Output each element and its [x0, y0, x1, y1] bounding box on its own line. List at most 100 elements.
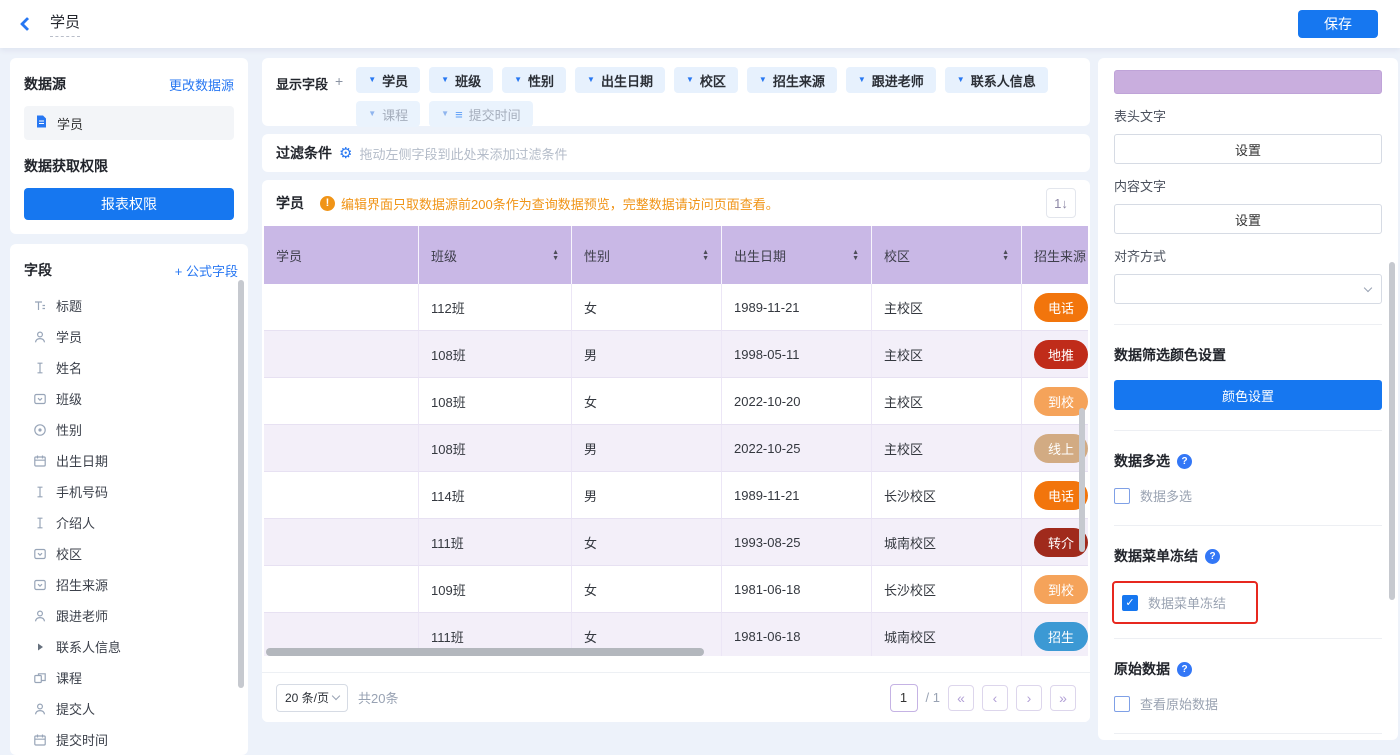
- datasource-item[interactable]: 学员: [24, 106, 234, 140]
- prev-page-button[interactable]: ‹: [982, 685, 1008, 711]
- column-header[interactable]: 出生日期▲▼: [722, 226, 872, 284]
- field-item[interactable]: 课程: [24, 662, 238, 693]
- column-header[interactable]: 校区▲▼: [872, 226, 1022, 284]
- display-field-tag[interactable]: ▼ 出生日期: [575, 67, 665, 93]
- column-header[interactable]: 班级▲▼: [419, 226, 572, 284]
- next-page-button[interactable]: ›: [1016, 685, 1042, 711]
- last-page-button[interactable]: »: [1050, 685, 1076, 711]
- caret-down-icon: ▼: [587, 76, 595, 84]
- cell-class: 109班: [419, 566, 572, 613]
- table-row[interactable]: 112班女1989-11-21主校区电话: [264, 284, 1088, 331]
- table-row[interactable]: 108班女2022-10-20主校区到校: [264, 378, 1088, 425]
- caret-down-icon: ▼: [441, 110, 449, 118]
- sort-icon[interactable]: ▲▼: [552, 250, 559, 261]
- display-field-tag[interactable]: ▼跟进老师: [846, 67, 936, 93]
- display-field-tag-label: 出生日期: [601, 71, 653, 90]
- table-title: 学员: [276, 193, 304, 213]
- horizontal-scrollbar[interactable]: [266, 648, 704, 656]
- display-field-tag-label: 班级: [455, 71, 481, 90]
- table-row[interactable]: 108班男2022-10-25主校区线上: [264, 425, 1088, 472]
- display-field-tag[interactable]: ▼班级: [429, 67, 493, 93]
- display-field-tag[interactable]: ▼联系人信息: [945, 67, 1048, 93]
- field-item[interactable]: 姓名: [24, 352, 238, 383]
- header-text-settings-button[interactable]: 设置: [1114, 134, 1382, 164]
- help-icon[interactable]: ?: [1177, 662, 1192, 677]
- source-badge: 地推: [1034, 340, 1088, 369]
- display-field-tag-label: 学员: [382, 71, 408, 90]
- sort-icon[interactable]: ▲▼: [702, 250, 709, 261]
- field-item[interactable]: 校区: [24, 538, 238, 569]
- multi-select-checkbox[interactable]: [1114, 488, 1130, 504]
- field-item[interactable]: 标题: [24, 290, 238, 321]
- field-item[interactable]: 提交人: [24, 693, 238, 724]
- column-header[interactable]: 招生来源: [1022, 226, 1088, 284]
- sort-asc-icon: ▲: [852, 250, 859, 255]
- raw-data-checkbox[interactable]: [1114, 696, 1130, 712]
- back-icon[interactable]: [20, 17, 34, 31]
- display-field-tag[interactable]: ▼校区: [674, 67, 738, 93]
- table-row[interactable]: 109班女1981-06-18长沙校区到校: [264, 566, 1088, 613]
- add-display-field-button[interactable]: +: [335, 73, 343, 89]
- table-row[interactable]: 108班男1998-05-11主校区地推: [264, 331, 1088, 378]
- preview-notice-text: 编辑界面只取数据源前200条作为查询数据预览，完整数据请访问页面查看。: [341, 194, 779, 213]
- field-item-label: 课程: [56, 668, 82, 687]
- source-badge: 招生: [1034, 622, 1088, 651]
- help-icon[interactable]: ?: [1205, 549, 1220, 564]
- field-item[interactable]: 性别: [24, 414, 238, 445]
- datasource-heading: 数据源: [24, 74, 66, 94]
- relation-icon: [32, 670, 47, 685]
- caret-down-icon: ▼: [368, 110, 376, 118]
- fields-list: 标题学员姓名班级性别出生日期手机号码介绍人校区招生来源跟进老师联系人信息课程提交…: [24, 290, 238, 755]
- gear-icon[interactable]: ⚙: [339, 146, 352, 161]
- page-size-select[interactable]: 20 条/页: [276, 684, 348, 712]
- align-select[interactable]: [1114, 274, 1382, 304]
- field-item[interactable]: 手机号码: [24, 476, 238, 507]
- first-page-button[interactable]: «: [948, 685, 974, 711]
- fields-scrollbar[interactable]: [238, 280, 244, 688]
- display-field-tag[interactable]: ▼性别: [502, 67, 566, 93]
- display-field-tag[interactable]: ▼课程: [356, 101, 420, 127]
- freeze-checkbox[interactable]: ✓: [1122, 595, 1138, 611]
- filter-placeholder: 拖动左侧字段到此处来添加过滤条件: [359, 144, 567, 163]
- field-item[interactable]: 学员: [24, 321, 238, 352]
- display-field-tag[interactable]: ▼≡提交时间: [429, 101, 533, 127]
- table-row[interactable]: 111班女1993-08-25城南校区转介: [264, 519, 1088, 566]
- settings-scrollbar[interactable]: [1389, 262, 1395, 600]
- divider: [1114, 324, 1382, 325]
- sort-icon[interactable]: ▲▼: [1002, 250, 1009, 261]
- filter-label: 过滤条件: [276, 143, 332, 163]
- field-item[interactable]: 班级: [24, 383, 238, 414]
- field-item[interactable]: 出生日期: [24, 445, 238, 476]
- caret-down-icon: ▼: [759, 76, 767, 84]
- column-header[interactable]: 性别▲▼: [572, 226, 722, 284]
- current-page-input[interactable]: 1: [890, 684, 918, 712]
- sort-desc-icon: ▼: [552, 256, 559, 261]
- display-fields-label: 显示字段: [276, 74, 328, 93]
- preview-notice: ! 编辑界面只取数据源前200条作为查询数据预览，完整数据请访问页面查看。: [320, 194, 779, 213]
- add-formula-field-link[interactable]: + 公式字段: [175, 261, 238, 280]
- help-icon[interactable]: ?: [1177, 454, 1192, 469]
- warning-icon: !: [320, 196, 335, 211]
- content-text-settings-button[interactable]: 设置: [1114, 204, 1382, 234]
- sort-icon[interactable]: ▲▼: [852, 250, 859, 261]
- field-item[interactable]: 招生来源: [24, 569, 238, 600]
- color-settings-button[interactable]: 颜色设置: [1114, 380, 1382, 410]
- header-color-swatch[interactable]: [1114, 70, 1382, 94]
- user-icon: [32, 701, 47, 716]
- column-header[interactable]: 学员: [264, 226, 419, 284]
- report-permission-button[interactable]: 报表权限: [24, 188, 234, 220]
- change-datasource-link[interactable]: 更改数据源: [169, 75, 234, 94]
- total-count: 共20条: [358, 688, 398, 707]
- field-item[interactable]: 介绍人: [24, 507, 238, 538]
- field-item[interactable]: 联系人信息: [24, 631, 238, 662]
- table-row[interactable]: 114班男1989-11-21长沙校区电话: [264, 472, 1088, 519]
- field-item[interactable]: 提交时间: [24, 724, 238, 755]
- save-button[interactable]: 保存: [1298, 10, 1378, 38]
- field-item[interactable]: 跟进老师: [24, 600, 238, 631]
- cell-birthday: 2022-10-20: [722, 378, 872, 425]
- display-field-tag[interactable]: ▼学员: [356, 67, 420, 93]
- table-vertical-scrollbar[interactable]: [1079, 408, 1085, 552]
- fields-heading: 字段: [24, 260, 52, 280]
- sort-order-button[interactable]: 1↓: [1046, 188, 1076, 218]
- display-field-tag[interactable]: ▼招生来源: [747, 67, 837, 93]
